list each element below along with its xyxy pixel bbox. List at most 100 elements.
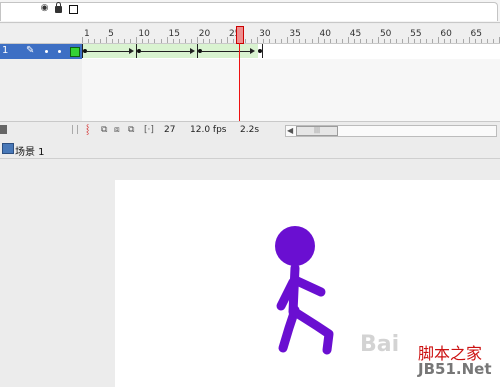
ruler-tick	[257, 37, 259, 43]
ruler-tick	[233, 39, 234, 43]
ruler-tick	[178, 39, 180, 43]
onion-skin-outlines-icon[interactable]: ⧈	[114, 125, 120, 135]
current-frame-readout: 27	[164, 125, 176, 135]
lock-dot[interactable]	[58, 50, 61, 53]
ruler-tick	[402, 39, 404, 43]
tween-arrowhead	[129, 48, 135, 54]
playhead-handle[interactable]	[236, 26, 245, 44]
ruler-tick	[142, 39, 144, 43]
ruler-label: 60	[440, 29, 452, 39]
onion-skin-icon[interactable]: ⧉	[101, 125, 107, 135]
outline-icon[interactable]	[69, 5, 78, 14]
scrollbar-thumb[interactable]: |||	[296, 126, 338, 136]
ruler-tick	[136, 37, 138, 43]
ruler-tick	[287, 37, 289, 43]
ruler-tick	[474, 39, 476, 43]
ruler-tick	[432, 39, 434, 43]
ruler-tick	[88, 39, 90, 43]
ruler-tick	[100, 39, 102, 43]
modify-onion-markers-icon[interactable]: [·]	[144, 125, 154, 135]
ruler-tick	[94, 39, 96, 43]
layer-outline-color-icon[interactable]	[70, 47, 80, 57]
ruler-tick	[118, 39, 120, 43]
center-frame-icon[interactable]: ⸾	[86, 125, 89, 135]
scene-icon	[2, 143, 14, 154]
scene-breadcrumb-bar: 场景 1	[0, 138, 500, 159]
ruler-label: 20	[198, 29, 211, 39]
ruler-label: 1	[84, 29, 90, 39]
keyframe-dot[interactable]	[197, 49, 202, 53]
stick-figure-arm-front	[290, 275, 326, 297]
eye-icon[interactable]: ◉	[40, 4, 49, 13]
tween-arrow-line	[87, 51, 131, 52]
ruler-tick	[359, 39, 361, 43]
ruler-tick	[462, 39, 464, 43]
ruler-tick	[480, 39, 482, 43]
edit-multiple-frames-icon[interactable]: ⧉	[128, 125, 134, 135]
frames-track[interactable]	[82, 44, 500, 60]
last-frame-edge	[262, 44, 264, 58]
layer-name: 1	[2, 45, 9, 56]
ruler-tick	[299, 39, 301, 43]
ruler-tick	[305, 39, 307, 43]
watermark-domain: JB51.Net	[418, 360, 492, 378]
ruler-label: 15	[168, 29, 180, 39]
layers-panel-empty	[0, 59, 83, 121]
tween-arrowhead	[250, 48, 256, 54]
watermark-logo: Bai	[360, 332, 400, 357]
ruler-tick	[172, 39, 174, 43]
ruler-tick	[396, 39, 398, 43]
ruler-tick	[371, 39, 373, 43]
ruler-label: 50	[379, 29, 392, 39]
ruler-label: 40	[319, 29, 331, 39]
ruler-tick	[184, 39, 186, 43]
ruler-tick	[160, 39, 162, 43]
lock-icon[interactable]	[55, 2, 62, 13]
stick-figure-graphic[interactable]	[265, 222, 345, 362]
frames-empty-area	[82, 59, 500, 121]
ruler-tick	[426, 39, 428, 43]
ruler-tick	[148, 39, 150, 43]
ruler-label: 35	[289, 29, 301, 39]
scene-label[interactable]: 场景 1	[15, 143, 45, 158]
ruler-tick	[317, 37, 319, 43]
frame-ruler[interactable]: 1510152025303540455055606570	[82, 24, 500, 43]
ruler-tick	[220, 39, 222, 43]
ruler-tick	[408, 37, 410, 43]
ruler-tick	[377, 37, 379, 43]
ruler-label: 30	[259, 29, 271, 39]
ruler-tick	[190, 39, 192, 43]
panel-divider-grip[interactable]	[72, 125, 78, 134]
ruler-tick	[293, 39, 295, 43]
stick-figure-leg-front	[290, 307, 334, 355]
ruler-tick	[245, 39, 247, 43]
ruler-tick	[329, 39, 331, 43]
ruler-tick	[166, 37, 168, 43]
ruler-tick	[82, 37, 83, 43]
tween-arrow-line	[201, 51, 252, 52]
ruler-tick	[492, 39, 494, 43]
ruler-tick	[335, 39, 337, 43]
ruler-tick	[486, 39, 488, 43]
layer-row[interactable]: 1 ✎	[0, 44, 82, 59]
ruler-tick	[414, 39, 416, 43]
elapsed-time-readout: 2.2s	[240, 125, 260, 135]
scroll-left-icon[interactable]: ◀	[287, 126, 293, 135]
ruler-tick	[214, 39, 216, 43]
visibility-dot[interactable]	[45, 50, 48, 53]
ruler-tick	[124, 39, 126, 43]
ruler-tick	[275, 39, 277, 43]
ruler-tick	[106, 37, 108, 43]
frame-rate-readout[interactable]: 12.0 fps	[190, 125, 226, 135]
ruler-tick	[281, 39, 283, 43]
ruler-tick	[196, 37, 198, 43]
keyframe-dot[interactable]	[83, 49, 87, 53]
timeline-status-bar: ⸾ ⧉ ⧈ ⧉ [·] 27 12.0 fps 2.2s ◀ |||	[0, 121, 500, 139]
ruler-tick	[456, 39, 458, 43]
ruler-tick	[438, 37, 440, 43]
ruler-label: 65	[470, 29, 482, 39]
ruler-label: 45	[349, 29, 362, 39]
ruler-tick	[130, 39, 132, 43]
trash-icon[interactable]	[0, 125, 7, 134]
tween-arrow-line	[141, 51, 191, 52]
